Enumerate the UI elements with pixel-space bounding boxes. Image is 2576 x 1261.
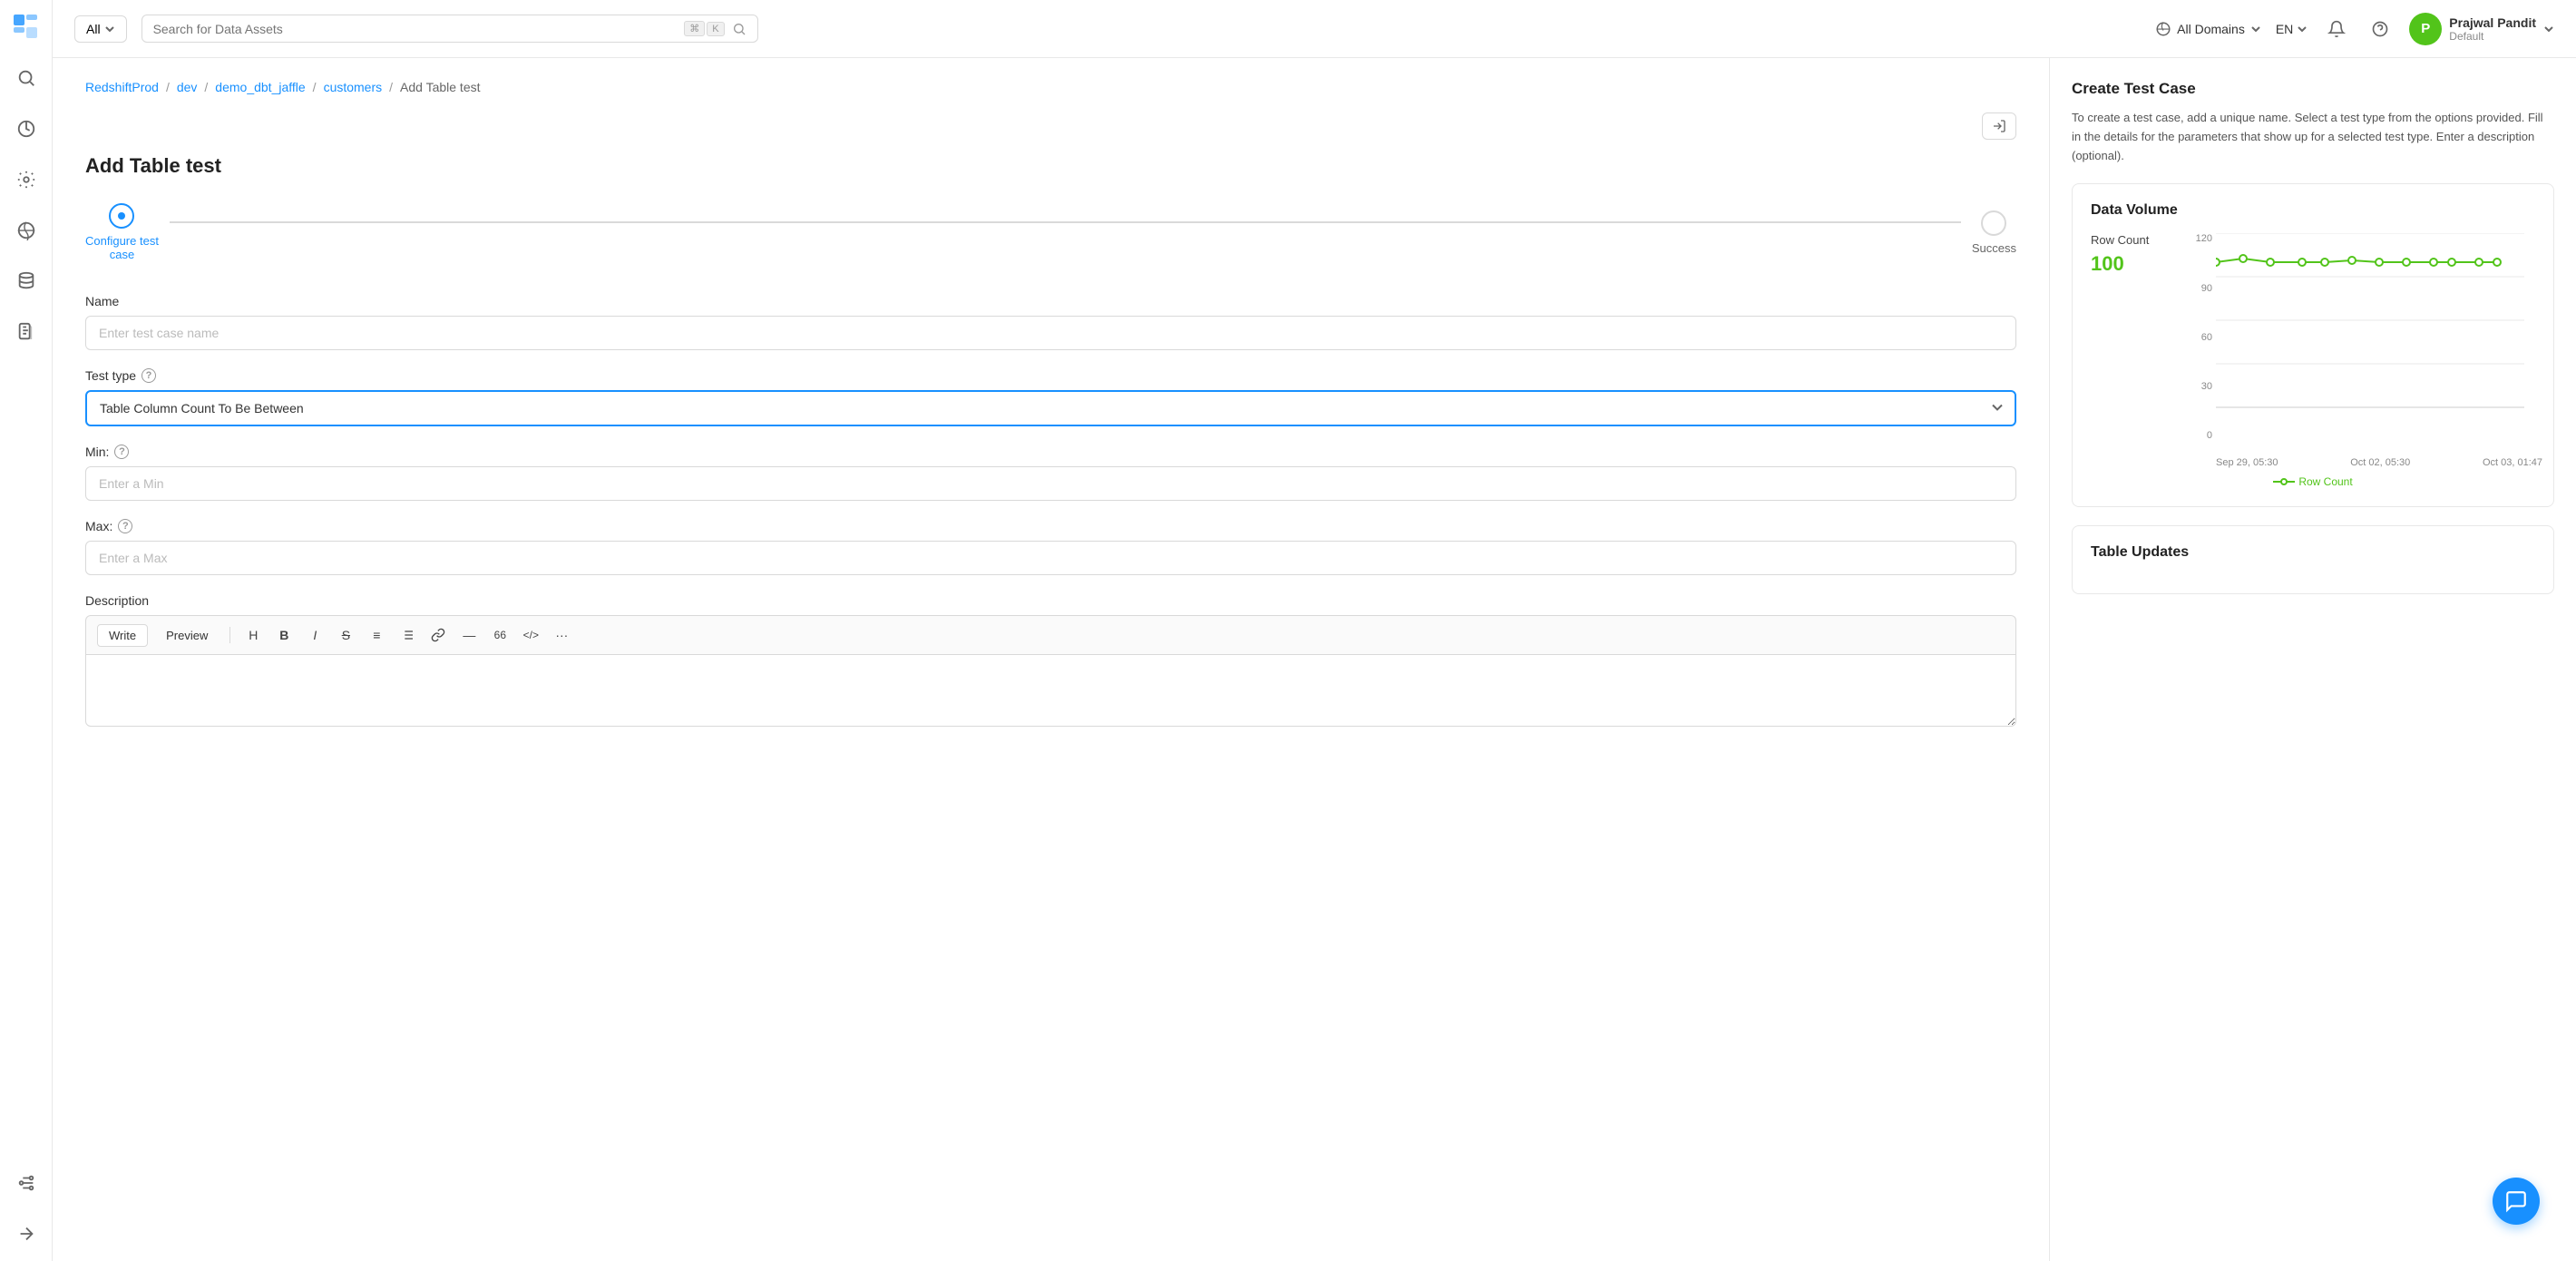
sidebar-icon-insights[interactable] bbox=[10, 163, 43, 196]
min-field-group: Min: ? bbox=[85, 445, 2016, 501]
sidebar bbox=[0, 0, 53, 1261]
test-type-help-icon[interactable]: ? bbox=[141, 368, 156, 383]
test-type-field-group: Test type ? Table Column Count To Be Bet… bbox=[85, 368, 2016, 426]
breadcrumb-item-dev[interactable]: dev bbox=[177, 80, 198, 94]
sidebar-icon-search[interactable] bbox=[10, 62, 43, 94]
globe-icon bbox=[2155, 21, 2171, 37]
search-input[interactable] bbox=[153, 22, 678, 36]
max-field-group: Max: ? bbox=[85, 519, 2016, 575]
chart-svg-wrap: 120 90 60 30 0 bbox=[2187, 233, 2542, 468]
topbar: All ⌘K All Domains EN bbox=[53, 0, 2576, 58]
step-label-success: Success bbox=[1972, 241, 2016, 255]
metric-label: Row Count bbox=[2091, 233, 2172, 249]
step-line bbox=[170, 221, 1961, 223]
name-label: Name bbox=[85, 294, 2016, 308]
search-shortcut: ⌘K bbox=[684, 21, 724, 36]
sidebar-icon-globe[interactable] bbox=[10, 214, 43, 247]
step-circle-2 bbox=[1981, 210, 2006, 236]
toolbar-italic-button[interactable]: I bbox=[303, 623, 327, 647]
description-label: Description bbox=[85, 593, 2016, 608]
sidebar-icon-filter[interactable] bbox=[10, 1167, 43, 1199]
panel-toggle-icon bbox=[1992, 119, 2006, 133]
editor-tab-write[interactable]: Write bbox=[97, 624, 148, 647]
bell-icon bbox=[2327, 20, 2346, 38]
toolbar-heading-button[interactable]: H bbox=[241, 623, 265, 647]
toolbar-link-button[interactable] bbox=[426, 623, 450, 647]
chart-metric: Row Count 100 bbox=[2091, 233, 2172, 468]
page-title: Add Table test bbox=[85, 154, 2016, 178]
user-menu[interactable]: P Prajwal Pandit Default bbox=[2409, 13, 2554, 45]
name-input[interactable] bbox=[85, 316, 2016, 350]
search-icon bbox=[732, 22, 746, 36]
name-field-group: Name bbox=[85, 294, 2016, 350]
breadcrumb-current: Add Table test bbox=[400, 80, 480, 94]
domain-selector[interactable]: All Domains bbox=[2155, 21, 2261, 37]
chevron-down-icon bbox=[2543, 24, 2554, 34]
chart-legend: Row Count bbox=[2091, 475, 2535, 488]
description-textarea[interactable] bbox=[85, 654, 2016, 727]
toolbar-bold-button[interactable]: B bbox=[272, 623, 296, 647]
editor-tab-preview[interactable]: Preview bbox=[155, 625, 219, 646]
notifications-button[interactable] bbox=[2322, 15, 2351, 44]
search-box[interactable]: ⌘K bbox=[141, 15, 758, 43]
panel-description: To create a test case, add a unique name… bbox=[2072, 109, 2554, 165]
data-volume-card: Data Volume Row Count 100 120 90 60 bbox=[2072, 183, 2554, 507]
max-label: Max: ? bbox=[85, 519, 2016, 533]
all-domains-filter[interactable]: All bbox=[74, 15, 127, 43]
table-updates-card: Table Updates bbox=[2072, 525, 2554, 594]
steps-container: Configure test case Success bbox=[85, 203, 2016, 261]
min-label: Min: ? bbox=[85, 445, 2016, 459]
description-field-group: Description Write Preview H B I S ≡ bbox=[85, 593, 2016, 729]
toggle-panel-button[interactable] bbox=[1982, 112, 2016, 140]
panel-title: Create Test Case bbox=[2072, 80, 2554, 98]
avatar: P bbox=[2409, 13, 2442, 45]
lang-selector[interactable]: EN bbox=[2276, 22, 2308, 36]
toolbar-divider-button[interactable]: — bbox=[457, 623, 481, 647]
sidebar-icon-arrow[interactable] bbox=[10, 1217, 43, 1250]
toolbar-strikethrough-button[interactable]: S bbox=[334, 623, 357, 647]
help-icon bbox=[2371, 20, 2389, 38]
toolbar-more-button[interactable]: ··· bbox=[550, 623, 573, 647]
min-help-icon[interactable]: ? bbox=[114, 445, 129, 459]
breadcrumb-item-redshift[interactable]: RedshiftProd bbox=[85, 80, 159, 94]
sidebar-icon-explore[interactable] bbox=[10, 112, 43, 145]
chart-title: Data Volume bbox=[2091, 202, 2535, 219]
step-configure: Configure test case bbox=[85, 203, 159, 261]
user-info: Prajwal Pandit Default bbox=[2449, 15, 2536, 43]
line-chart-svg bbox=[2216, 233, 2542, 451]
sidebar-icon-database[interactable] bbox=[10, 265, 43, 298]
toolbar-blockquote-button[interactable]: 66 bbox=[488, 623, 512, 647]
max-input[interactable] bbox=[85, 541, 2016, 575]
breadcrumb-item-demo[interactable]: demo_dbt_jaffle bbox=[215, 80, 305, 94]
metric-value: 100 bbox=[2091, 252, 2172, 276]
test-type-label: Test type ? bbox=[85, 368, 2016, 383]
min-input[interactable] bbox=[85, 466, 2016, 501]
editor-toolbar: Write Preview H B I S ≡ bbox=[85, 615, 2016, 654]
toolbar-unordered-list-button[interactable]: ≡ bbox=[365, 623, 388, 647]
table-updates-title: Table Updates bbox=[2091, 544, 2535, 561]
right-panel: Create Test Case To create a test case, … bbox=[2050, 58, 2576, 1261]
breadcrumb: RedshiftProd / dev / demo_dbt_jaffle / c… bbox=[85, 80, 2016, 94]
chat-icon bbox=[2504, 1189, 2528, 1213]
toolbar-ordered-list-button[interactable] bbox=[395, 623, 419, 647]
chevron-down-icon bbox=[2250, 24, 2261, 34]
chat-bubble[interactable] bbox=[2493, 1178, 2540, 1225]
breadcrumb-item-customers[interactable]: customers bbox=[324, 80, 383, 94]
chevron-down-icon bbox=[2297, 24, 2308, 34]
topbar-right: All Domains EN P bbox=[2155, 13, 2554, 45]
sidebar-icon-docs[interactable] bbox=[10, 316, 43, 348]
step-success: Success bbox=[1972, 210, 2016, 255]
app-logo[interactable] bbox=[10, 11, 43, 44]
test-type-select-wrap: Table Column Count To Be Between bbox=[85, 390, 2016, 426]
step-circle-1 bbox=[109, 203, 134, 229]
help-button[interactable] bbox=[2366, 15, 2395, 44]
max-help-icon[interactable]: ? bbox=[118, 519, 132, 533]
form-panel: RedshiftProd / dev / demo_dbt_jaffle / c… bbox=[53, 58, 2050, 1261]
toolbar-code-button[interactable]: </> bbox=[519, 623, 542, 647]
step-label-configure: Configure test case bbox=[85, 234, 159, 261]
test-type-select[interactable]: Table Column Count To Be Between bbox=[85, 390, 2016, 426]
